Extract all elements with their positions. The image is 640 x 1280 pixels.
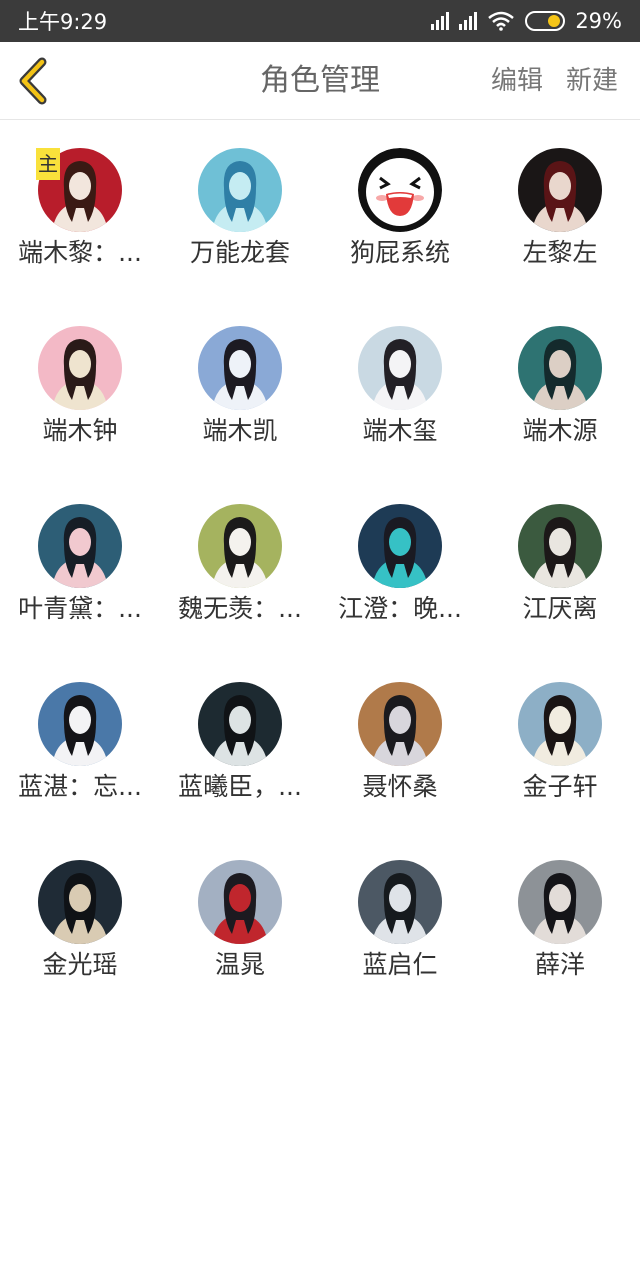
battery-percent: 29% — [575, 9, 622, 33]
character-avatar[interactable] — [198, 860, 282, 944]
header: 角色管理 编辑 新建 — [0, 42, 640, 120]
character-item[interactable]: 蓝湛：忘... — [0, 655, 160, 833]
signal-icon — [431, 12, 450, 30]
character-name: 聂怀桑 — [362, 772, 438, 801]
character-avatar[interactable] — [518, 682, 602, 766]
character-name: 端木源 — [522, 416, 598, 445]
battery-icon — [525, 11, 566, 31]
character-avatar[interactable] — [198, 504, 282, 588]
character-item[interactable]: 狗屁系统 — [320, 121, 480, 299]
signal-icon — [459, 12, 478, 30]
character-name: 端木凯 — [202, 416, 278, 445]
character-avatar[interactable] — [358, 504, 442, 588]
character-avatar[interactable] — [38, 326, 122, 410]
character-item[interactable]: 端木钟 — [0, 299, 160, 477]
status-icons: 29% — [431, 9, 622, 33]
character-avatar[interactable] — [38, 682, 122, 766]
character-name: 江澄：晚... — [338, 594, 462, 623]
character-item[interactable]: 端木源 — [480, 299, 640, 477]
page-title: 角色管理 — [260, 63, 380, 98]
character-avatar[interactable] — [518, 326, 602, 410]
main-character-badge: 主 — [36, 148, 60, 180]
character-item[interactable]: 温晁 — [160, 833, 320, 1011]
character-avatar[interactable] — [518, 860, 602, 944]
character-name: 狗屁系统 — [349, 238, 450, 267]
character-grid: 主 端木黎：... 万能龙套 狗屁系统 左黎左 端木钟 端木凯 端木玺 端木源 … — [0, 121, 640, 1011]
laughing-face-icon[interactable] — [358, 148, 442, 232]
character-name: 端木钟 — [42, 416, 118, 445]
character-item[interactable]: 蓝启仁 — [320, 833, 480, 1011]
status-bar: 上午9:29 29% — [0, 0, 640, 42]
character-item[interactable]: 主 端木黎：... — [0, 121, 160, 299]
edit-button[interactable]: 编辑 — [491, 42, 543, 120]
character-avatar[interactable] — [198, 326, 282, 410]
new-button[interactable]: 新建 — [566, 42, 618, 120]
character-name: 万能龙套 — [189, 238, 290, 267]
character-item[interactable]: 万能龙套 — [160, 121, 320, 299]
character-item[interactable]: 左黎左 — [480, 121, 640, 299]
character-item[interactable]: 江澄：晚... — [320, 477, 480, 655]
character-item[interactable]: 端木玺 — [320, 299, 480, 477]
character-name: 蓝曦臣，... — [178, 772, 302, 801]
character-name: 金子轩 — [522, 772, 598, 801]
character-item[interactable]: 端木凯 — [160, 299, 320, 477]
character-name: 左黎左 — [522, 238, 598, 267]
character-avatar[interactable] — [518, 148, 602, 232]
character-name: 薛洋 — [534, 950, 585, 979]
character-item[interactable]: 江厌离 — [480, 477, 640, 655]
character-item[interactable]: 叶青黛：... — [0, 477, 160, 655]
character-item[interactable]: 金光瑶 — [0, 833, 160, 1011]
character-name: 蓝湛：忘... — [18, 772, 142, 801]
character-item[interactable]: 薛洋 — [480, 833, 640, 1011]
character-name: 叶青黛：... — [18, 594, 142, 623]
character-item[interactable]: 聂怀桑 — [320, 655, 480, 833]
character-avatar[interactable] — [38, 860, 122, 944]
character-avatar[interactable] — [358, 326, 442, 410]
character-avatar[interactable] — [198, 148, 282, 232]
character-avatar[interactable] — [518, 504, 602, 588]
character-avatar[interactable] — [358, 860, 442, 944]
character-name: 魏无羡：... — [178, 594, 302, 623]
character-name: 金光瑶 — [42, 950, 118, 979]
character-name: 江厌离 — [522, 594, 598, 623]
character-name: 蓝启仁 — [362, 950, 438, 979]
character-item[interactable]: 蓝曦臣，... — [160, 655, 320, 833]
character-avatar[interactable] — [38, 504, 122, 588]
character-item[interactable]: 金子轩 — [480, 655, 640, 833]
back-icon[interactable] — [14, 56, 54, 106]
character-avatar[interactable] — [358, 682, 442, 766]
wifi-icon — [488, 11, 515, 31]
status-time: 上午9:29 — [18, 10, 108, 34]
character-item[interactable]: 魏无羡：... — [160, 477, 320, 655]
character-name: 端木玺 — [362, 416, 438, 445]
character-name: 温晁 — [214, 950, 265, 979]
character-name: 端木黎：... — [18, 238, 142, 267]
character-avatar[interactable] — [198, 682, 282, 766]
